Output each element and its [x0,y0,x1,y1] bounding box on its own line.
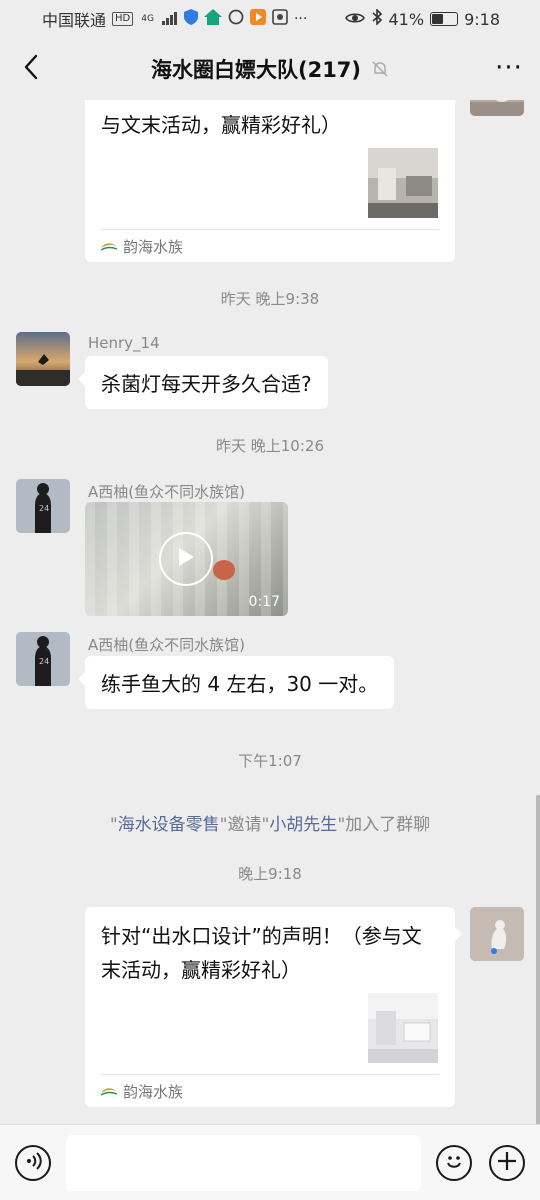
invitee-link[interactable]: 小胡先生 [269,815,337,835]
video-duration: 0:17 [248,594,280,610]
article-card[interactable]: 与文末活动，赢精彩好礼） 韵海水族 [85,100,455,262]
status-bar: 中国联通 HD 4G ··· 41% 9:18 [0,0,540,38]
sender-name: A西柚(鱼众不同水族馆) [88,636,245,654]
carrier-label: 中国联通 [42,11,107,30]
plus-icon [496,1150,518,1176]
shield-icon [183,9,198,29]
hd-badge: HD [112,12,134,26]
battery-icon [430,12,459,26]
video-message[interactable]: 0:17 [85,502,288,616]
source-name: 韵海水族 [123,1083,184,1101]
card-title: 与文末活动，赢精彩好礼） [101,113,341,137]
back-button[interactable] [16,54,46,84]
more-dots-icon: ··· [293,11,308,27]
message-text: 杀菌灯每天开多久合适? [101,372,312,396]
play-store-icon [249,9,266,29]
avatar[interactable] [470,907,524,961]
scrollbar[interactable] [536,795,540,1124]
avatar[interactable]: 24 [16,632,70,686]
source-logo-icon [100,238,118,256]
svg-text:24: 24 [39,657,49,666]
play-icon [176,546,196,572]
camera-app-icon [272,9,288,29]
plus-button[interactable] [489,1145,525,1181]
timestamp: 昨天 晚上9:38 [220,290,320,308]
bell-off-icon [371,60,389,78]
more-button[interactable]: ··· [492,53,526,83]
card-divider [101,1074,439,1075]
page-title: 海水圈白嫖大队(217) [150,58,362,82]
input-bar [0,1124,540,1200]
bubble-tail [455,927,462,941]
source-logo-icon [100,1083,118,1101]
bluetooth-icon [371,8,383,29]
signal-icon [161,10,178,29]
article-card[interactable]: 针对“出水口设计”的声明！（参与文末活动，赢精彩好礼） 韵海水族 [85,907,455,1107]
system-text: "加入了群聊 [337,815,431,835]
voice-icon [23,1151,43,1175]
network-badge: 4G [141,14,154,24]
avatar[interactable] [16,332,70,386]
avatar[interactable]: 24 [16,479,70,533]
svg-text:24: 24 [39,504,49,513]
sender-name: Henry_14 [88,334,160,352]
card-title: 针对“出水口设计”的声明！（参与文末活动，赢精彩好礼） [101,924,422,982]
message-bubble[interactable]: 练手鱼大的 4 左右，30 一对。 [77,656,395,709]
system-message: "海水设备零售"邀请"小胡先生"加入了群聊 [0,810,540,835]
inviter-link[interactable]: 海水设备零售 [118,815,220,835]
card-source: 韵海水族 [100,236,184,257]
emoji-button[interactable] [436,1145,472,1181]
message-bubble[interactable]: 杀菌灯每天开多久合适? [78,356,328,409]
source-name: 韵海水族 [123,238,184,256]
more-horizontal-icon: ··· [495,53,523,83]
battery-percent: 41% [388,9,425,29]
app-icon [203,9,222,29]
sender-name: A西柚(鱼众不同水族馆) [88,483,245,501]
message-input[interactable] [66,1135,421,1191]
card-thumbnail [368,993,438,1063]
card-thumbnail [368,148,438,218]
timestamp: 下午1:07 [238,752,302,770]
message-text: 练手鱼大的 4 左右，30 一对。 [101,672,379,696]
avatar[interactable] [470,100,524,116]
play-button[interactable] [159,532,213,586]
system-text: "邀请" [219,815,270,835]
timestamp: 晚上9:18 [238,865,302,883]
eye-icon [344,10,365,29]
clock: 9:18 [464,9,500,29]
card-divider [101,229,439,230]
timestamp: 昨天 晚上10:26 [216,437,324,455]
chevron-left-icon [23,54,39,84]
voice-button[interactable] [15,1145,51,1181]
emoji-icon [442,1149,466,1177]
system-quote: " [109,815,118,835]
chat-area[interactable]: 与文末活动，赢精彩好礼） 韵海水族 昨天 晚上9:38 Henry_14 杀菌灯… [0,100,540,1124]
chat-header: 海水圈白嫖大队(217) ··· [0,38,540,100]
card-source: 韵海水族 [100,1081,184,1102]
sync-icon [228,9,244,29]
fish-shape [213,560,235,580]
